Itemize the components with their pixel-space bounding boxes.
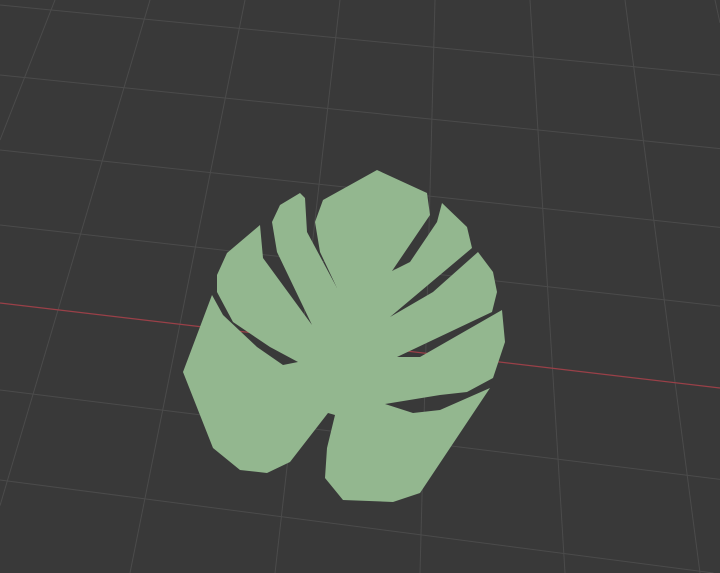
3d-viewport[interactable] (0, 0, 720, 573)
